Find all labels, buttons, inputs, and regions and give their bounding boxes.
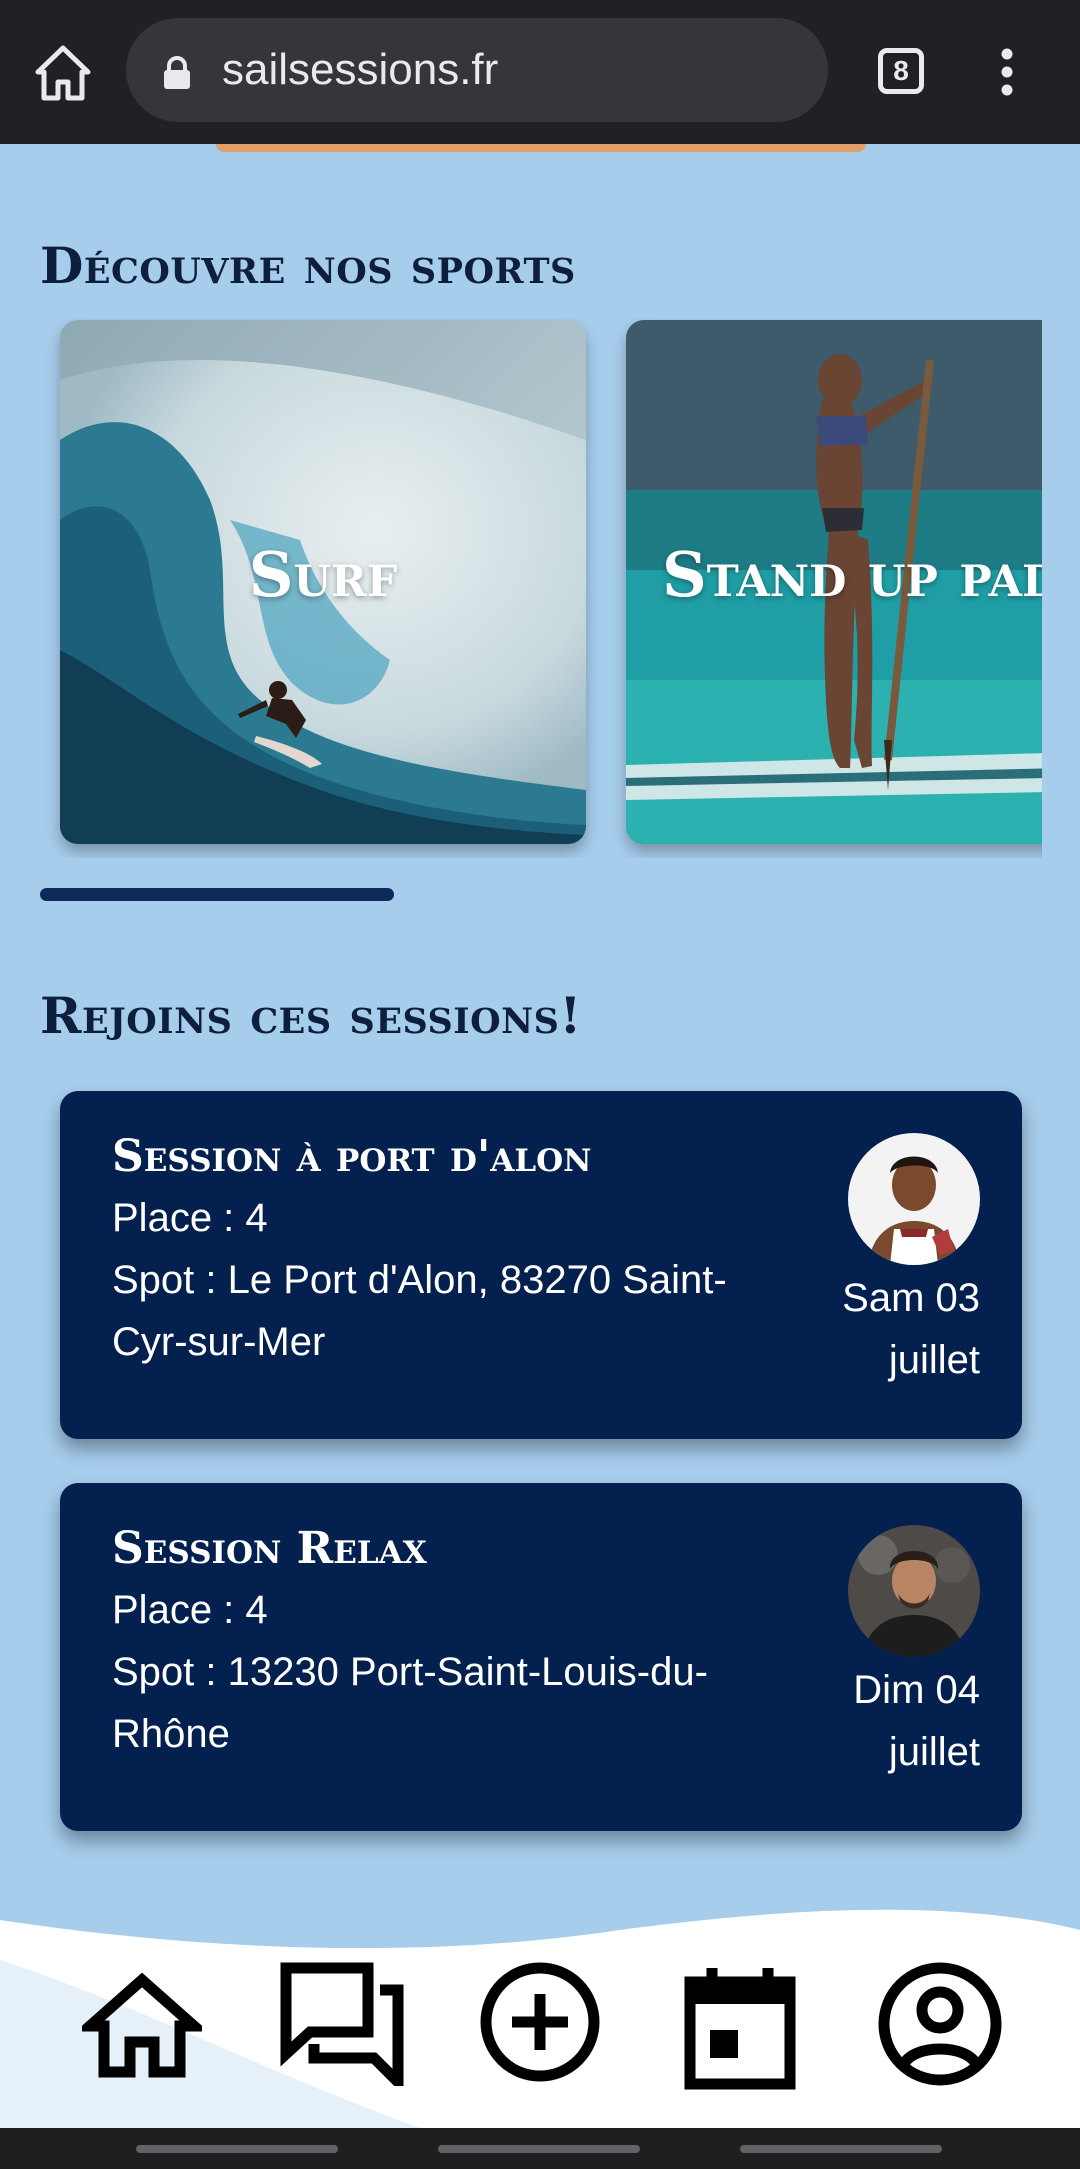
organizer-photo [848,1133,980,1265]
carousel-scroll-indicator[interactable] [40,888,394,901]
session-place: Place : 4 [112,1196,268,1240]
chat-icon[interactable] [280,1962,404,2086]
session-card[interactable]: Session à port d'alon Place : 4 Spot : L… [60,1091,1022,1439]
session-date: Dim 04 juillet [780,1659,980,1783]
session-date-day: Dim 04 [853,1668,980,1712]
sport-card-surf[interactable]: Surf [60,320,586,844]
add-circle-icon[interactable] [480,1962,600,2082]
organizer-photo [848,1525,980,1657]
home-icon[interactable] [30,40,96,106]
session-date-month: juillet [888,1730,980,1774]
sport-card-label: Surf [248,538,398,611]
avatar[interactable] [848,1525,980,1657]
session-card[interactable]: Session Relax Place : 4 Spot : 13230 Por… [60,1483,1022,1831]
session-place: Place : 4 [112,1588,268,1632]
address-bar[interactable]: sailsessions.fr [126,18,828,122]
avatar[interactable] [848,1133,980,1265]
tab-switcher-button[interactable]: 8 [878,48,924,94]
session-date-month: juillet [888,1338,980,1382]
session-date-day: Sam 03 [842,1276,980,1320]
sessions-section-title: Rejoins ces sessions! [40,986,582,1045]
header-accent [216,144,866,152]
session-spot: Spot : Le Port d'Alon, 83270 Saint-Cyr-s… [112,1258,727,1364]
home-icon[interactable] [82,1962,202,2082]
session-date: Sam 03 juillet [780,1267,980,1391]
calendar-icon[interactable] [684,1966,796,2090]
sports-section-title: Découvre nos sports [40,236,576,295]
system-gesture-bar [0,2128,1080,2169]
gesture-handle [136,2145,338,2153]
gesture-handle [740,2145,942,2153]
session-title: Session à port d'alon [112,1131,592,1182]
sport-card-stand-up-paddle[interactable]: Stand up paddle [626,320,1042,844]
gesture-handle [438,2145,640,2153]
url-text: sailsessions.fr [222,45,499,94]
lock-icon [164,56,190,89]
session-spot: Spot : 13230 Port-Saint-Louis-du-Rhône [112,1650,708,1756]
sports-carousel[interactable]: Surf Stand up paddle [0,318,1042,858]
session-title: Session Relax [112,1523,427,1574]
more-options-icon[interactable] [990,46,1024,98]
sport-card-label: Stand up paddle [662,538,1042,611]
browser-toolbar: sailsessions.fr 8 [0,0,1080,144]
account-icon[interactable] [878,1962,1002,2086]
